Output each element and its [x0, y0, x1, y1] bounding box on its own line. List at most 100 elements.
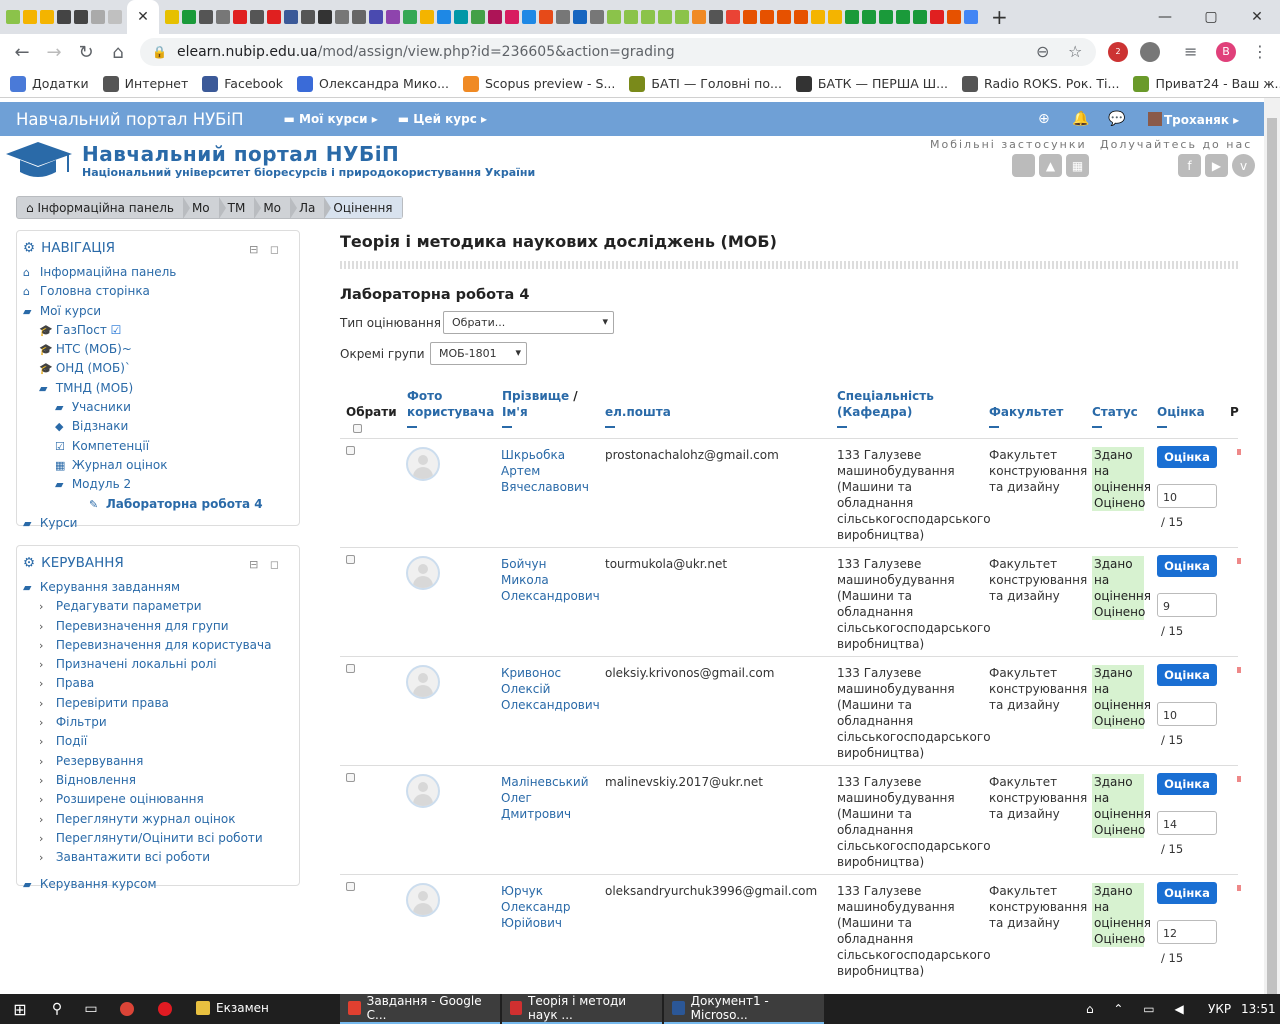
- minimize-button[interactable]: —: [1142, 0, 1188, 34]
- grade-button[interactable]: Оцінка: [1157, 446, 1217, 468]
- row-checkbox[interactable]: [346, 773, 355, 782]
- admin-item[interactable]: › Відновлення: [23, 771, 299, 790]
- forward-icon[interactable]: →: [38, 42, 70, 63]
- taskbar-app[interactable]: Завдання - Google C...: [340, 994, 500, 1024]
- tab-favicon-icon[interactable]: [334, 10, 349, 24]
- admin-item[interactable]: ▰ Керування курсом: [23, 875, 299, 894]
- admin-item[interactable]: › Переглянути/Оцінити всі роботи: [23, 829, 299, 848]
- tab-favicon-icon[interactable]: [589, 10, 604, 24]
- tab-favicon-icon[interactable]: [215, 10, 230, 24]
- opera-icon[interactable]: [146, 994, 184, 1024]
- grade-button[interactable]: Оцінка: [1157, 664, 1217, 686]
- specialty-header[interactable]: Спеціальність (Кафедра): [837, 388, 937, 428]
- tab-favicon-icon[interactable]: [861, 10, 876, 24]
- bookmark-item[interactable]: Додатки: [10, 75, 89, 92]
- nav-item[interactable]: ▦ Журнал оцінок: [23, 456, 299, 475]
- url-input[interactable]: 🔒 elearn.nubip.edu.ua/mod/assign/view.ph…: [140, 38, 1096, 66]
- taskbar-app[interactable]: Екзамен: [188, 994, 338, 1024]
- user-avatar[interactable]: [406, 665, 440, 699]
- bell-icon[interactable]: 🔔: [1072, 111, 1089, 127]
- bookmark-item[interactable]: Facebook: [202, 75, 283, 92]
- tab-favicon-icon[interactable]: [895, 10, 910, 24]
- grade-input[interactable]: 14: [1157, 811, 1217, 835]
- nav-item[interactable]: 🎓 ГазПост ☑: [23, 321, 299, 340]
- bookmark-item[interactable]: БАТК — ПЕРША Ш...: [795, 75, 948, 92]
- tab-favicon-icon[interactable]: [844, 10, 859, 24]
- menu-icon[interactable]: ⋮: [1252, 42, 1268, 61]
- tab-favicon-icon[interactable]: [283, 10, 298, 24]
- collapse-icon[interactable]: [837, 426, 847, 428]
- row-checkbox[interactable]: [346, 555, 355, 564]
- tab-favicon-icon[interactable]: [419, 10, 434, 24]
- header-title[interactable]: Навчальний портал НУБіП: [82, 142, 399, 166]
- tab-favicon-icon[interactable]: [351, 10, 366, 24]
- tab-favicon-icon[interactable]: [793, 10, 808, 24]
- zoom-icon[interactable]: ⊖: [1036, 42, 1049, 61]
- windows-icon[interactable]: ▦: [1066, 154, 1089, 177]
- grade-input[interactable]: 10: [1157, 702, 1217, 726]
- active-tab[interactable]: ✕: [127, 0, 159, 34]
- tab-favicon-icon[interactable]: [640, 10, 655, 24]
- tab-favicon-icon[interactable]: [470, 10, 485, 24]
- bookmark-star-icon[interactable]: ☆: [1068, 42, 1082, 61]
- tab-favicon-icon[interactable]: [674, 10, 689, 24]
- email-header[interactable]: ел.пошта: [605, 404, 671, 428]
- faculty-header[interactable]: Факультет: [989, 404, 1063, 428]
- page-scrollbar[interactable]: [1264, 98, 1280, 998]
- admin-item[interactable]: › Перевірити права: [23, 694, 299, 713]
- tab-favicon-icon[interactable]: [232, 10, 247, 24]
- adblock-extension-icon[interactable]: 2: [1108, 42, 1128, 62]
- nav-item[interactable]: 🎓 НТС (МОБ)~: [23, 340, 299, 359]
- tab-favicon-icon[interactable]: [725, 10, 740, 24]
- grade-input[interactable]: 9: [1157, 593, 1217, 617]
- tab-favicon-icon[interactable]: [164, 10, 179, 24]
- facebook-icon[interactable]: f: [1178, 154, 1201, 177]
- nav-item[interactable]: 🎓 ОНД (МОБ)`: [23, 359, 299, 378]
- menu-this-course[interactable]: ▬ Цей курс ▸: [398, 112, 487, 126]
- surname-header[interactable]: Прізвище: [502, 389, 569, 403]
- tab-favicon-icon[interactable]: [521, 10, 536, 24]
- tab-favicon-icon[interactable]: [22, 10, 37, 24]
- tab-favicon-icon[interactable]: [436, 10, 451, 24]
- block-controls[interactable]: ⊟ ◻: [249, 558, 283, 571]
- maximize-button[interactable]: ▢: [1188, 0, 1234, 34]
- bookmark-item[interactable]: Олександра Мико...: [296, 75, 449, 92]
- windows-start-icon[interactable]: ⊞: [0, 994, 40, 1024]
- apple-icon[interactable]: [1012, 154, 1035, 177]
- tab-favicon-icon[interactable]: [181, 10, 196, 24]
- close-tab-icon[interactable]: ✕: [137, 9, 149, 25]
- collapse-icon[interactable]: [1092, 426, 1102, 428]
- tab-favicon-icon[interactable]: [487, 10, 502, 24]
- admin-item[interactable]: › Призначені локальні ролі: [23, 655, 299, 674]
- student-name[interactable]: Маліневський Олег Дмитрович: [501, 774, 596, 822]
- student-name[interactable]: Шкрьобка Артем Вячеславович: [501, 447, 596, 495]
- breadcrumb-item[interactable]: Оцінення: [324, 197, 402, 218]
- bookmark-item[interactable]: Scopus preview - S...: [463, 75, 615, 92]
- taskbar-app[interactable]: Документ1 - Microso...: [664, 994, 824, 1024]
- groups-select[interactable]: МОБ-1801: [430, 342, 527, 365]
- tab-favicon-icon[interactable]: [504, 10, 519, 24]
- extension-icon[interactable]: [1140, 42, 1160, 62]
- user-menu[interactable]: Троханяк ▸: [1148, 112, 1239, 127]
- bookmark-item[interactable]: Radio ROKS. Рок. Ті...: [962, 75, 1119, 92]
- student-name[interactable]: Кривонос Олексій Олександрович: [501, 665, 600, 713]
- tab-favicon-icon[interactable]: [73, 10, 88, 24]
- close-window-button[interactable]: ✕: [1234, 0, 1280, 34]
- photo-header[interactable]: Фото користувача: [407, 388, 494, 428]
- profile-avatar[interactable]: B: [1216, 42, 1236, 62]
- language-indicator[interactable]: УКР: [1208, 1002, 1231, 1016]
- bookmark-item[interactable]: БАТІ — Головні по...: [629, 75, 782, 92]
- tab-favicon-icon[interactable]: [56, 10, 71, 24]
- row-checkbox[interactable]: [346, 664, 355, 673]
- clock[interactable]: 13:51: [1241, 1002, 1276, 1016]
- tab-favicon-icon[interactable]: [776, 10, 791, 24]
- bookmark-item[interactable]: Приват24 - Ваш ж...: [1133, 75, 1280, 92]
- tab-favicon-icon[interactable]: [759, 10, 774, 24]
- tab-favicon-icon[interactable]: [538, 10, 553, 24]
- admin-item[interactable]: › Події: [23, 732, 299, 751]
- admin-item[interactable]: › Завантажити всі роботи: [23, 848, 299, 867]
- nav-item[interactable]: ⌂ Головна сторінка: [23, 282, 299, 301]
- student-name[interactable]: Юрчук Олександр Юрійович: [501, 883, 596, 931]
- back-icon[interactable]: ←: [6, 42, 38, 63]
- nav-item[interactable]: ▰ Учасники: [23, 398, 299, 417]
